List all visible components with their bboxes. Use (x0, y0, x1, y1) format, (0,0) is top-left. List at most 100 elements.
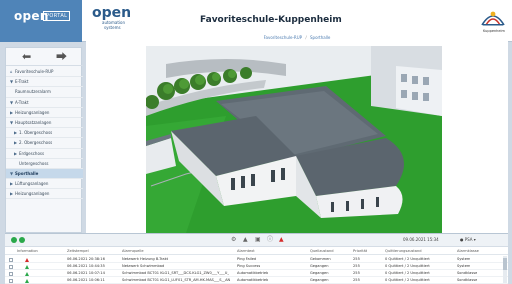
alarm-cell: Gegangen (310, 264, 329, 268)
nav-item-label: Sporthalle (15, 170, 39, 176)
forward-arrow-icon[interactable]: ⮕ (56, 51, 68, 63)
nav-item-label: Untergeschoss (19, 160, 49, 166)
nav-item-label: Heizungsanlagen (15, 109, 50, 115)
alarm-cell: 0 Quittiert / 2 Unquittiert (385, 271, 430, 275)
alarm-column-header[interactable]: Alarmquelle (122, 248, 144, 255)
brand-portal-text: PORTAL (43, 11, 71, 21)
status-ok-icon (11, 237, 17, 243)
alarm-row[interactable]: 06.06.2021 10:44:35 Netzwerk Schwimmbad Pi… (5, 263, 508, 270)
open-portal-logo[interactable]: open PORTAL (0, 0, 82, 42)
status-connection-icon (19, 237, 25, 243)
breadcrumb-separator: / (305, 35, 307, 40)
alarm-cell: 0 Quittiert / 2 Unquittiert (385, 278, 430, 282)
alarm-cleared-icon (25, 271, 29, 276)
alarm-row[interactable]: 06.06.2021 10:07:14 Schwimmbad BCT01 KLG1… (5, 270, 508, 277)
alarm-panel: ⚙ ▲ ▣ ⓘ ▲ 09.06.2021 15:34 ● PSA ▾ Infor… (5, 233, 508, 284)
page-title: Favoriteschule-Kuppenheim (200, 15, 342, 25)
main-content: Favoriteschule-RUP / Sporthalle (86, 33, 508, 233)
alarm-row[interactable]: 06.06.2021 10:06:11 Schwimmbad BCT01 KLG1… (5, 277, 508, 284)
nav-item[interactable]: ▼ Hauptsatzanlagen (6, 118, 83, 129)
nav-item[interactable]: ▶ 1. Obergeschoss (6, 128, 83, 139)
nav-item-label: Heizungsanlagen (15, 191, 50, 197)
nav-item-label: 1. Obergeschoss (19, 130, 53, 136)
alarm-cell: 06.06.2021 10:06:11 (67, 278, 105, 282)
alarm-bell-icon[interactable]: ▲ (279, 236, 284, 244)
alarm-toolbar: ⚙ ▲ ▣ ⓘ ▲ 09.06.2021 15:34 ● PSA ▾ (5, 234, 508, 247)
alarm-table-header: Information Zeitstempel Alarmquelle Alarmte… (5, 248, 508, 255)
alarm-cell: Gekommen (310, 257, 331, 261)
alarm-column-header[interactable]: Alarmtext (237, 248, 255, 255)
sporthalle-3d-view (146, 46, 442, 233)
nav-item-label: 2. Obergeschoss (19, 140, 53, 146)
alarm-cell: 0 Quittiert / 2 Unquittiert (385, 264, 430, 268)
breadcrumb: Favoriteschule-RUP / Sporthalle (86, 35, 508, 40)
alarm-cell: Gegangen (310, 278, 329, 282)
user-menu[interactable]: ● PSA ▾ (460, 237, 476, 242)
alarm-cell: Ping Success (237, 264, 261, 268)
nav-item[interactable]: Raumnutzeralarm (6, 87, 83, 98)
nav-item-label: A-Trakt (15, 99, 29, 105)
row-checkbox[interactable] (9, 271, 13, 276)
alarm-cell: 06.06.2021 10:44:35 (67, 264, 105, 268)
alarm-cell: Netzwerk Schwimmbad (122, 264, 165, 268)
filter-icon[interactable]: ⚙ (231, 236, 236, 244)
nav-item[interactable]: ▶ Heizungsanlagen (6, 108, 83, 118)
chevron-down-icon: ▾ (472, 237, 476, 242)
alarm-cell: Sondklasse (457, 271, 478, 275)
alarm-cell: Sondklasse (457, 278, 478, 282)
print-icon[interactable]: ▣ (255, 236, 261, 244)
breadcrumb-item-school[interactable]: Favoriteschule-RUP (264, 35, 302, 40)
alarm-cell: Automatikbetrieb (237, 271, 269, 275)
alarm-cell: Automatikbetrieb (237, 278, 269, 282)
nav-tree: ⌂ Favoriteschule-RUP ▼ E-Trakt Raumnutzerala… (6, 67, 83, 200)
back-arrow-icon[interactable]: ⬅ (22, 51, 34, 63)
alarm-column-header[interactable]: Quittierungszustand (385, 248, 422, 255)
alarm-cell: 06.06.2021 20:38:16 (67, 257, 105, 261)
alarm-cell: Schwimmbad BCT01 KLG1_LUF01_STR_AM.HK.MA… (122, 278, 231, 282)
nav-item[interactable]: ▶ Lüftungsanlagen (6, 179, 83, 190)
nav-item[interactable]: ▼ E-Trakt (6, 77, 83, 88)
alarm-column-header[interactable]: Information (17, 248, 38, 255)
alarm-cell: Netzwerk Heizung B-Trakt (122, 257, 169, 261)
nav-item[interactable]: ▶ Heizungsanlagen (6, 189, 83, 200)
alarm-column-header[interactable]: Zeitstempel (67, 248, 89, 255)
user-name: PSA (464, 237, 473, 242)
nav-item[interactable]: ▶ Erdgeschoss (6, 149, 83, 159)
current-time: 09.06.2021 15:34 (403, 237, 439, 242)
alarm-cleared-icon (25, 264, 29, 269)
nav-item-label: Raumnutzeralarm (15, 89, 51, 95)
nav-item-label: Favoriteschule-RUP (15, 69, 54, 74)
breadcrumb-item-sporthalle[interactable]: Sporthalle (310, 35, 330, 40)
alarm-cell: 06.06.2021 10:07:14 (67, 271, 105, 275)
alarm-column-header[interactable]: Priorität (353, 248, 367, 255)
nav-item[interactable]: ▼ A-Trakt (6, 98, 83, 108)
row-checkbox[interactable] (9, 278, 13, 283)
alarm-cell: 255 (353, 278, 360, 282)
nav-item[interactable]: ⌂ Favoriteschule-RUP (6, 67, 83, 78)
bell-icon[interactable]: ▲ (243, 236, 248, 244)
nav-item-label: Hauptsatzanlagen (15, 119, 52, 125)
alarm-cell: System (457, 264, 471, 268)
logo2-line2: systems (104, 25, 121, 30)
scrollbar-thumb[interactable] (503, 258, 507, 270)
alarm-active-icon (25, 257, 29, 262)
alarm-cell: 0 Quittiert / 2 Unquittiert (385, 257, 430, 261)
logo2-open-text: open (92, 5, 132, 21)
info-icon[interactable]: ⓘ (267, 236, 273, 244)
alarm-scrollbar[interactable] (503, 256, 507, 283)
nav-item-label: Erdgeschoss (19, 150, 45, 156)
alarm-cleared-icon (25, 278, 29, 283)
alarm-column-header[interactable]: Quellzustand (310, 248, 334, 255)
alarm-row[interactable]: 06.06.2021 20:38:16 Netzwerk Heizung B-Tr… (5, 256, 508, 263)
nav-item[interactable]: ▼ Sporthalle (6, 168, 83, 180)
row-checkbox[interactable] (9, 264, 13, 269)
alarm-cell: 255 (353, 264, 360, 268)
nav-item-label: E-Trakt (15, 79, 29, 85)
nav-item[interactable]: Untergeschoss (6, 159, 83, 169)
nav-arrows: ⬅ ⮕ (6, 48, 83, 66)
alarm-cell: 255 (353, 271, 360, 275)
alarm-column-header[interactable]: Alarmklasse (457, 248, 479, 255)
nav-item[interactable]: ▶ 2. Obergeschoss (6, 138, 83, 149)
row-checkbox[interactable] (9, 257, 13, 262)
alarm-cell: System (457, 257, 471, 261)
